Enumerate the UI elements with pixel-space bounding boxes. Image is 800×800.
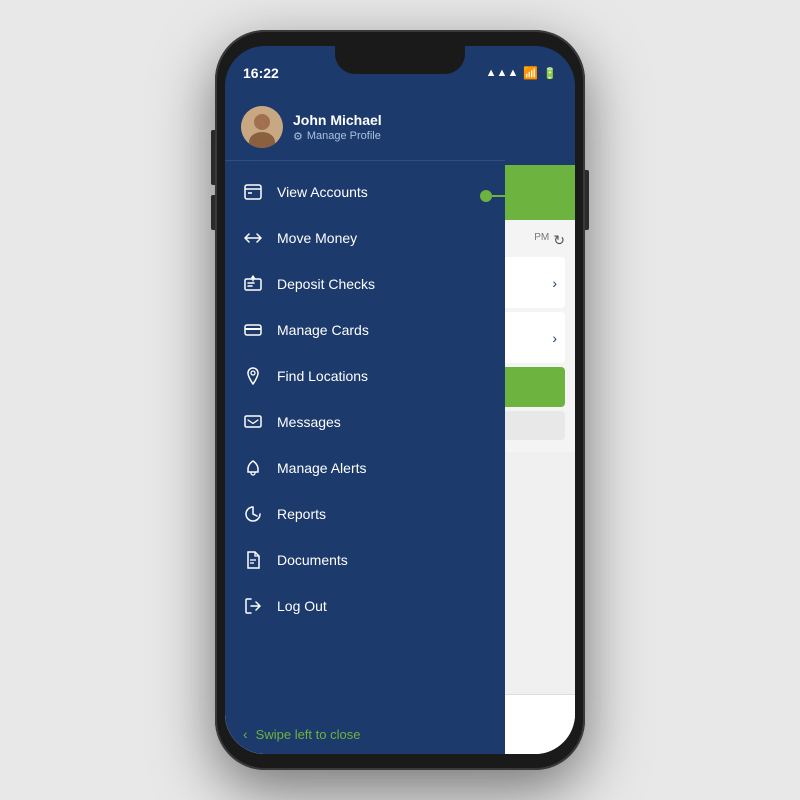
- account-arrow-icon-2: ›: [552, 330, 557, 346]
- log-out-label: Log Out: [277, 598, 327, 614]
- account-arrow-icon: ›: [552, 275, 557, 291]
- status-icons: ▲▲▲ 📶 🔋: [486, 66, 557, 80]
- volume-down-button[interactable]: [211, 195, 215, 230]
- gear-icon: ⚙: [293, 130, 303, 143]
- menu-item-find-locations[interactable]: Find Locations: [225, 353, 505, 399]
- deposit-checks-icon: [243, 274, 263, 294]
- arrow-annotation: [480, 194, 575, 197]
- move-money-label: Move Money: [277, 230, 357, 246]
- documents-label: Documents: [277, 552, 348, 568]
- arrow-line: [492, 195, 575, 197]
- swipe-left-icon: ‹: [243, 726, 248, 742]
- menu-item-manage-cards[interactable]: Manage Cards: [225, 307, 505, 353]
- side-drawer: John Michael ⚙ Manage Profile: [225, 90, 505, 754]
- battery-icon: 🔋: [543, 67, 557, 80]
- messages-label: Messages: [277, 414, 341, 430]
- view-accounts-icon: [243, 182, 263, 202]
- time-label: PM: [534, 232, 549, 249]
- refresh-icon[interactable]: ↻: [553, 232, 565, 249]
- menu-item-move-money[interactable]: Move Money: [225, 215, 505, 261]
- move-money-icon: [243, 228, 263, 248]
- menu-item-manage-alerts[interactable]: Manage Alerts: [225, 445, 505, 491]
- status-time: 16:22: [243, 65, 279, 81]
- wifi-icon: 📶: [523, 66, 538, 80]
- avatar: [241, 106, 283, 148]
- phone-screen: 16:22 ▲▲▲ 📶 🔋 or Life INFO ⬇ 🔍: [225, 46, 575, 754]
- manage-profile-link[interactable]: ⚙ Manage Profile: [293, 130, 489, 143]
- power-button[interactable]: [585, 170, 589, 230]
- profile-name: John Michael: [293, 112, 489, 128]
- deposit-checks-label: Deposit Checks: [277, 276, 375, 292]
- manage-alerts-label: Manage Alerts: [277, 460, 367, 476]
- reports-label: Reports: [277, 506, 326, 522]
- volume-up-button[interactable]: [211, 150, 215, 185]
- menu-item-documents[interactable]: Documents: [225, 537, 505, 583]
- swipe-hint: ‹ Swipe left to close: [225, 714, 505, 754]
- view-accounts-label: View Accounts: [277, 184, 368, 200]
- manage-profile-label: Manage Profile: [307, 130, 381, 142]
- manage-cards-label: Manage Cards: [277, 322, 369, 338]
- signal-icon: ▲▲▲: [486, 67, 519, 79]
- manage-cards-icon: [243, 320, 263, 340]
- menu-item-deposit-checks[interactable]: Deposit Checks: [225, 261, 505, 307]
- profile-info: John Michael ⚙ Manage Profile: [293, 112, 489, 143]
- messages-icon: [243, 412, 263, 432]
- menu-item-reports[interactable]: Reports: [225, 491, 505, 537]
- swipe-hint-label: Swipe left to close: [256, 727, 361, 742]
- find-locations-icon: [243, 366, 263, 386]
- find-locations-label: Find Locations: [277, 368, 368, 384]
- log-out-icon: [243, 596, 263, 616]
- manage-alerts-icon: [243, 458, 263, 478]
- drawer-profile: John Michael ⚙ Manage Profile: [225, 90, 505, 161]
- documents-icon: [243, 550, 263, 570]
- menu-item-log-out[interactable]: Log Out: [225, 583, 505, 629]
- notch: [335, 46, 465, 74]
- drawer-menu: View Accounts Move Money: [225, 161, 505, 714]
- mute-button[interactable]: [211, 130, 215, 155]
- reports-icon: [243, 504, 263, 524]
- menu-item-messages[interactable]: Messages: [225, 399, 505, 445]
- phone-wrapper: 16:22 ▲▲▲ 📶 🔋 or Life INFO ⬇ 🔍: [215, 30, 585, 770]
- menu-item-view-accounts[interactable]: View Accounts: [225, 169, 505, 215]
- arrow-dot: [480, 190, 492, 202]
